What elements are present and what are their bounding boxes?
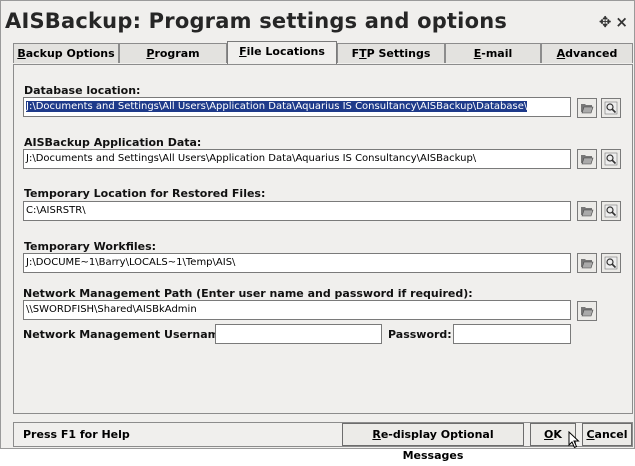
tab-ftp-settings[interactable]: FTP Settings — [337, 43, 445, 63]
title-icons: ✥ × — [595, 13, 628, 31]
cursor-icon — [568, 431, 580, 449]
folder-open-icon — [581, 207, 594, 217]
browse-workfiles-button[interactable] — [577, 253, 597, 273]
folder-open-icon — [581, 155, 594, 165]
app-data-input[interactable]: J:\Documents and Settings\All Users\Appl… — [23, 149, 571, 169]
view-app-data-button[interactable] — [601, 149, 621, 169]
search-icon — [604, 204, 618, 218]
status-bar: Press F1 for Help Re-display Optional Me… — [13, 422, 633, 462]
folder-open-icon — [581, 307, 594, 317]
tab-backup-options[interactable]: Backup Options — [13, 43, 119, 63]
restore-location-input[interactable]: C:\AISRSTR\ — [23, 201, 571, 221]
tab-program-settings[interactable]: Program Settings — [119, 43, 227, 80]
folder-open-icon — [581, 104, 594, 114]
move-icon[interactable]: ✥ — [599, 13, 612, 31]
browse-network-path-button[interactable] — [577, 301, 597, 321]
search-icon — [604, 152, 618, 166]
database-location-input[interactable]: J:\Documents and Settings\All Users\Appl… — [23, 97, 571, 117]
password-input[interactable] — [453, 324, 571, 344]
help-text: Press F1 for Help — [23, 428, 130, 441]
window-title: AISBackup: Program settings and options — [5, 9, 508, 33]
database-location-label: Database location: — [24, 84, 141, 97]
network-path-label: Network Management Path (Enter user name… — [23, 287, 473, 300]
folder-open-icon — [581, 259, 594, 269]
network-username-label: Network Management Username: — [23, 328, 231, 341]
tab-email-settings[interactable]: E-mail Settings — [445, 43, 541, 80]
browse-restore-button[interactable] — [577, 201, 597, 221]
search-icon — [604, 256, 618, 270]
close-icon[interactable]: × — [615, 13, 628, 31]
view-workfiles-button[interactable] — [601, 253, 621, 273]
app-data-label: AISBackup Application Data: — [24, 136, 202, 149]
network-username-input[interactable] — [215, 324, 382, 344]
network-path-input[interactable]: \\SWORDFISH\Shared\AISBkAdmin — [23, 300, 571, 320]
tab-advanced[interactable]: Advanced — [541, 43, 633, 63]
search-icon — [604, 101, 618, 115]
tab-file-locations[interactable]: File Locations — [227, 41, 337, 64]
browse-database-button[interactable] — [577, 98, 597, 118]
view-database-button[interactable] — [601, 98, 621, 118]
browse-app-data-button[interactable] — [577, 149, 597, 169]
view-restore-button[interactable] — [601, 201, 621, 221]
workfiles-label: Temporary Workfiles: — [24, 240, 157, 253]
workfiles-input[interactable]: J:\DOCUME~1\Barry\LOCALS~1\Temp\AIS\ — [23, 253, 571, 273]
password-label: Password: — [388, 328, 452, 341]
settings-window: AISBackup: Program settings and options … — [0, 0, 635, 462]
cancel-button[interactable]: Cancel — [582, 423, 632, 446]
restore-location-label: Temporary Location for Restored Files: — [24, 187, 266, 200]
redisplay-messages-button[interactable]: Re-display Optional Messages — [342, 423, 524, 462]
